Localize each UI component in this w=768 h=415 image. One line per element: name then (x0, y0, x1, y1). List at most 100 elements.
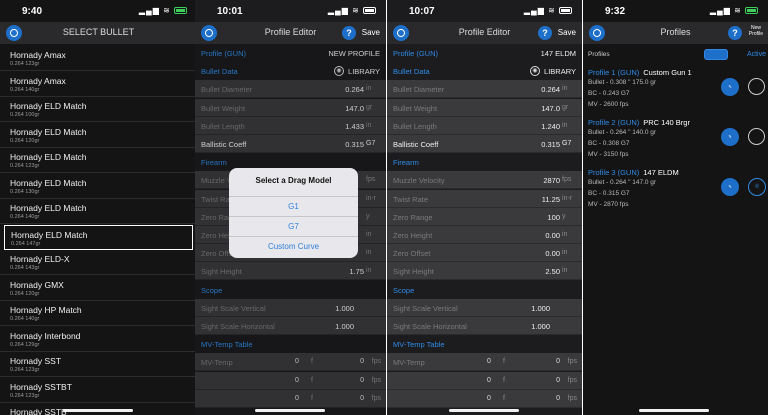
mv-temp-row[interactable]: MV-Temp 0 f 0 fps (387, 353, 582, 372)
field-value[interactable]: 147.0 (541, 104, 560, 113)
bullet-list-item[interactable]: Hornady ELD Match 0.264 123gr (0, 148, 197, 173)
active-label: Active (746, 51, 766, 58)
field-value[interactable]: 0.00 (545, 231, 560, 240)
bullet-spec: 0.264 100gr (10, 112, 40, 118)
field-value[interactable]: 1.000 (531, 322, 550, 331)
firearm-field-row[interactable]: Twist Rate 11.25 in-r (387, 189, 582, 208)
edit-profile-icon[interactable]: ✎ (721, 178, 739, 196)
bullet-name: Hornady Amax (10, 75, 66, 86)
firearm-field-row[interactable]: Zero Range 100 y (387, 207, 582, 226)
bullet-list-item[interactable]: Hornady SSTBT 0.264 123gr (0, 378, 197, 403)
field-value[interactable]: 0.315 (541, 140, 560, 149)
new-profile-button[interactable]: New Profile (746, 25, 766, 37)
profile-card[interactable]: Profile 2 (GUN) PRC 140 Brgr Bullet - 0.26… (583, 118, 768, 166)
field-value[interactable]: 1.000 (531, 304, 550, 313)
active-profile-icon[interactable]: ◎ (748, 178, 766, 196)
field-value[interactable]: 11.25 (542, 195, 560, 204)
library-button[interactable]: LIBRARY (544, 67, 576, 76)
option-g1[interactable]: G1 (229, 196, 358, 216)
field-value[interactable]: 0.264 (541, 85, 560, 94)
field-unit: G7 (562, 140, 572, 147)
bullet-list-item[interactable]: Hornady ELD Match 0.264 147gr (4, 224, 193, 250)
bullet-field-row[interactable]: Bullet Diameter 0.264 in (387, 80, 582, 99)
bullet-name: Hornady Interbond (10, 330, 81, 341)
field-value[interactable]: 1.240 (541, 122, 560, 131)
bullet-list-item[interactable]: Hornady ELD-X 0.264 143gr (0, 250, 197, 275)
bullet-name: Hornady ELD Match (10, 177, 87, 188)
bullet-field-row[interactable]: Bullet Length 1.240 in (387, 116, 582, 135)
field-value[interactable]: 100 (547, 213, 560, 222)
bullet-list-item[interactable]: Hornady SST 0.264 123gr (0, 352, 197, 377)
sync-icon[interactable] (704, 49, 728, 60)
dialog-title: Select a Drag Model (255, 176, 332, 185)
bullet-spec: 0.264 143gr (10, 265, 40, 271)
temp-value[interactable]: 0 (487, 358, 491, 365)
bullet-list-item[interactable]: Hornady Interbond 0.264 129gr (0, 327, 197, 352)
battery-icon (174, 7, 187, 15)
bullet-list-item[interactable]: Hornady Amax 0.264 123gr (0, 46, 197, 71)
status-time: 9:32 (605, 6, 626, 17)
scope-field-row[interactable]: Sight Scale Vertical 1.000 (387, 298, 582, 317)
profile-label: Profile (GUN) (393, 49, 439, 58)
edit-profile-icon[interactable]: ✎ (721, 78, 739, 96)
bullet-name: Hornady ELD Match (10, 203, 87, 213)
mv-temp-row[interactable]: 0 f 0 fps (387, 389, 582, 408)
bullet-name: Hornady Amax (10, 50, 66, 60)
nav-bar: Profile Editor ? Save (195, 22, 386, 44)
drag-model-dialog: Select a Drag Model G1 G7 Custom Curve (229, 168, 358, 258)
bullet-list-item[interactable]: Hornady GMX 0.264 120gr (0, 276, 197, 301)
temp-unit: f (503, 376, 505, 384)
mv-temp-row[interactable]: 0 f 0 fps (387, 371, 582, 390)
firearm-field-row[interactable]: Sight Height 2.50 in (387, 262, 582, 281)
bullet-name: Hornady SSTB (10, 407, 67, 415)
firearm-field-row[interactable]: Zero Offset 0.00 in (387, 244, 582, 263)
firearm-field-row[interactable]: Muzzle Velocity 2870 fps (387, 171, 582, 190)
option-custom-curve[interactable]: Custom Curve (229, 236, 358, 256)
profile-card[interactable]: Profile 3 (GUN) 147 ELDM Bullet - 0.264 " … (583, 168, 768, 216)
field-label: Muzzle Velocity (393, 176, 445, 186)
save-button[interactable]: Save (362, 28, 380, 37)
bullet-list-item[interactable]: Hornady ELD Match 0.264 130gr (0, 174, 197, 199)
temp-value[interactable]: 0 (487, 395, 491, 402)
library-icon[interactable]: ◉ (530, 66, 540, 77)
help-icon[interactable]: ? (728, 26, 742, 40)
inactive-radio-icon[interactable] (748, 78, 765, 95)
temp-value[interactable]: 0 (487, 377, 491, 384)
field-label: MV-Temp (393, 358, 425, 368)
save-button[interactable]: Save (558, 28, 576, 37)
profile-bullet: Bullet - 0.264 " 140.0 gr (588, 129, 657, 136)
bullet-spec: 0.264 140gr (10, 214, 40, 220)
profiles-header: Profiles Active (583, 46, 768, 64)
help-icon[interactable]: ? (342, 26, 356, 40)
field-value[interactable]: 2.50 (545, 267, 560, 276)
inactive-radio-icon[interactable] (748, 128, 765, 145)
profile-card[interactable]: Profile 1 (GUN) Custom Gun 1 Bullet - 0.30… (583, 68, 768, 116)
bullet-field-row[interactable]: Bullet Weight 147.0 gr (387, 98, 582, 117)
bullet-list-item[interactable]: Hornady ELD Match 0.264 140gr (0, 199, 197, 224)
option-g7[interactable]: G7 (229, 216, 358, 236)
scope-header: Scope (387, 280, 582, 299)
field-value[interactable]: 2870 (543, 176, 560, 185)
status-bar: 9:40 ▂▄▆ ≋ (0, 0, 197, 22)
nav-bar: Profile Editor ? Save (387, 22, 582, 44)
bullet-list-item[interactable]: Hornady Amax 0.264 140gr (0, 72, 197, 97)
velocity-value[interactable]: 0 (556, 377, 560, 384)
status-icons: ▂▄▆ ≋ (328, 6, 376, 15)
field-label: Bullet Diameter (393, 85, 445, 95)
bullet-list-item[interactable]: Hornady ELD Match 0.264 120gr (0, 123, 197, 148)
edit-profile-icon[interactable]: ✎ (721, 128, 739, 146)
velocity-value[interactable]: 0 (556, 395, 560, 402)
bullet-field-row[interactable]: Ballistic Coeff 0.315 G7 (387, 135, 582, 153)
scope-field-row[interactable]: Sight Scale Horizontal 1.000 (387, 317, 582, 335)
field-unit: fps (562, 176, 572, 184)
bullet-list-item[interactable]: Hornady ELD Match 0.264 100gr (0, 97, 197, 122)
bullet-spec: 0.264 140gr (10, 316, 40, 322)
profile-row[interactable]: Profile (GUN) 147 ELDM (387, 44, 582, 62)
bullet-list-item[interactable]: Hornady HP Match 0.264 140gr (0, 301, 197, 326)
field-unit: in-r (562, 194, 573, 202)
field-value[interactable]: 0.00 (545, 249, 560, 258)
velocity-value[interactable]: 0 (556, 358, 560, 365)
firearm-field-row[interactable]: Zero Height 0.00 in (387, 226, 582, 244)
help-icon[interactable]: ? (538, 26, 552, 40)
bullet-name: Hornady ELD Match (10, 126, 87, 137)
